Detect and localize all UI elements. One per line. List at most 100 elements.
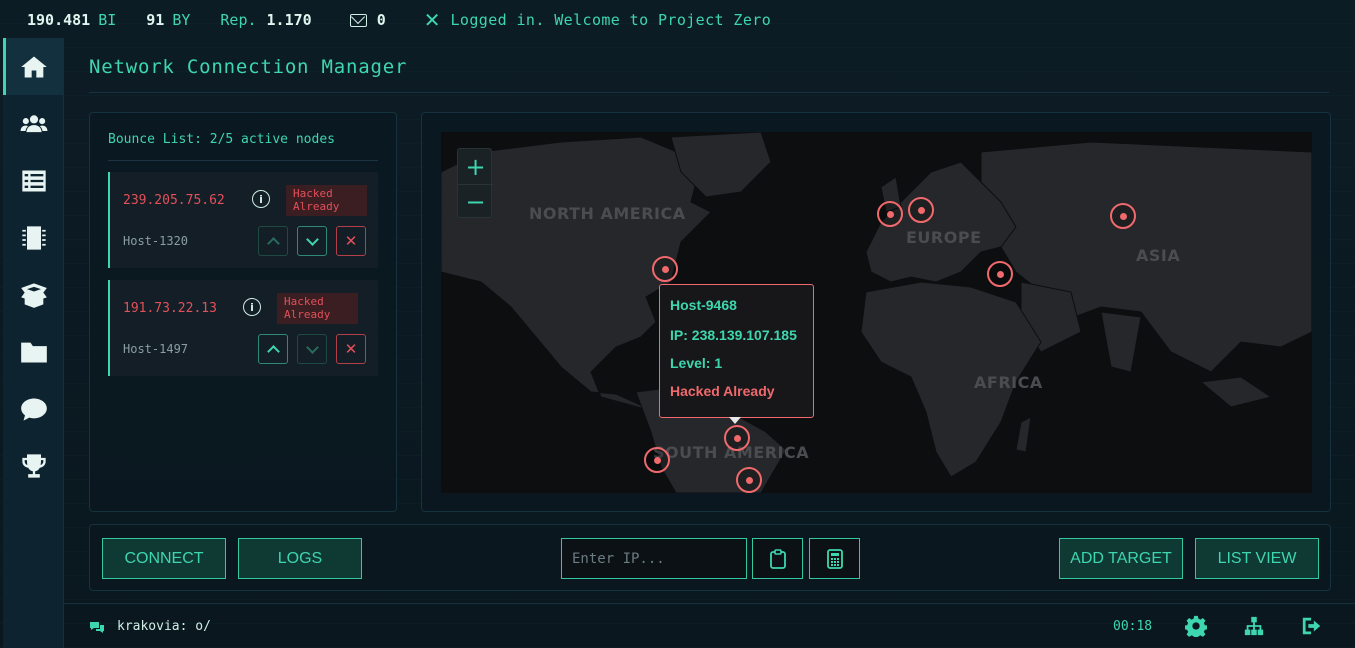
chevron-up-icon: [266, 236, 280, 250]
map-marker[interactable]: [652, 256, 678, 282]
status-badge: Hacked Already: [277, 293, 358, 324]
clock: 00:18: [1113, 619, 1153, 634]
ip-input[interactable]: [561, 538, 747, 579]
zoom-in-button[interactable]: +: [458, 149, 493, 184]
network-button[interactable]: [1243, 615, 1265, 637]
status-badge: Hacked Already: [286, 185, 367, 216]
folder-icon: [20, 342, 47, 362]
action-bar: CONNECT LOGS ADD TARGET LIST VIEW: [89, 524, 1331, 591]
calculator-icon: [826, 548, 843, 569]
status-bar: 190.481 BI 91 BY Rep. 1.170 0 ✕ Logged i…: [0, 0, 1355, 40]
tooltip-host: Host-9468: [670, 297, 737, 313]
sidebar-item-achievements[interactable]: [3, 437, 64, 494]
notification: ✕ Logged in. Welcome to Project Zero: [424, 8, 771, 32]
mail-icon: [349, 13, 367, 27]
tooltip-status: Hacked Already: [670, 383, 775, 399]
tooltip-level: Level: 1: [670, 355, 723, 371]
chevron-up-icon: [266, 344, 280, 358]
sidebar-item-files[interactable]: [3, 323, 64, 380]
users-icon: [20, 114, 47, 132]
bounce-list-panel: Bounce List: 2/5 active nodes 239.205.75…: [89, 112, 397, 512]
logout-icon: [1302, 617, 1321, 635]
box-icon: [20, 282, 47, 308]
sidebar-item-home[interactable]: [3, 38, 64, 95]
map-marker-selected[interactable]: [724, 425, 750, 451]
add-target-button[interactable]: ADD TARGET: [1059, 538, 1183, 579]
region-label-europe: EUROPE: [906, 228, 982, 247]
chat-preview[interactable]: krakovia: o/: [117, 619, 211, 634]
sidebar-item-inventory[interactable]: [3, 266, 64, 323]
info-icon[interactable]: i: [252, 190, 270, 208]
close-icon: ✕: [344, 340, 358, 358]
map-marker[interactable]: [1110, 203, 1136, 229]
logout-button[interactable]: [1301, 615, 1323, 637]
by-value: 91: [146, 11, 165, 29]
node-host: Host-1320: [123, 234, 189, 248]
sidebar-item-users[interactable]: [3, 95, 64, 152]
tooltip-ip: IP: 238.139.107.185: [670, 327, 797, 343]
sidebar: [3, 38, 64, 648]
sidebar-item-list[interactable]: [3, 152, 64, 209]
map-marker[interactable]: [908, 197, 934, 223]
info-icon[interactable]: i: [243, 298, 261, 316]
network-icon: [1244, 616, 1264, 636]
region-label-asia: ASIA: [1136, 246, 1181, 265]
map-marker[interactable]: [987, 261, 1013, 287]
chevron-down-icon: [305, 232, 319, 246]
bounce-divider: [108, 160, 378, 161]
remove-node-button[interactable]: ✕: [336, 334, 366, 364]
bounce-node: 239.205.75.62 i Hacked Already Host-1320…: [108, 172, 378, 268]
bounce-node: 191.73.22.13 i Hacked Already Host-1497 …: [108, 280, 378, 376]
title-divider: [89, 92, 1329, 93]
logs-button[interactable]: LOGS: [238, 538, 362, 579]
move-down-button[interactable]: [297, 334, 327, 364]
by-unit: BY: [172, 11, 191, 29]
zoom-out-button[interactable]: −: [458, 184, 493, 219]
move-up-button[interactable]: [258, 334, 288, 364]
chat-bubbles-icon: [90, 622, 104, 633]
calculator-button[interactable]: [809, 538, 860, 579]
map-marker[interactable]: [736, 467, 762, 493]
clipboard-icon: [769, 548, 786, 569]
bi-value: 190.481: [27, 11, 91, 29]
region-label-africa: AFRICA: [974, 373, 1043, 392]
dismiss-icon[interactable]: ✕: [424, 8, 441, 32]
mail-count: 0: [376, 11, 386, 29]
bi-stat: 190.481 BI: [27, 11, 116, 29]
move-down-button[interactable]: [297, 226, 327, 256]
node-host: Host-1497: [123, 342, 189, 356]
zoom-controls: + −: [457, 148, 493, 219]
settings-button[interactable]: [1184, 615, 1208, 640]
continents-shape: [441, 132, 1312, 493]
mail-stat[interactable]: 0: [349, 11, 394, 29]
host-tooltip: Host-9468 IP: 238.139.107.185 Level: 1 H…: [659, 284, 814, 424]
bi-unit: BI: [98, 11, 117, 29]
node-ip: 191.73.22.13: [123, 301, 217, 316]
bounce-list-title: Bounce List: 2/5 active nodes: [108, 132, 335, 147]
move-up-button[interactable]: [258, 226, 288, 256]
chat-icon: [20, 398, 47, 421]
map-marker[interactable]: [644, 447, 670, 473]
sidebar-item-chat[interactable]: [3, 380, 64, 437]
rep-label: Rep.: [220, 11, 257, 29]
paste-button[interactable]: [752, 538, 803, 579]
chevron-down-icon: [305, 340, 319, 354]
sidebar-item-hardware[interactable]: [3, 209, 64, 266]
node-ip: 239.205.75.62: [123, 193, 225, 208]
list-icon: [21, 170, 46, 191]
list-view-button[interactable]: LIST VIEW: [1195, 538, 1319, 579]
world-map[interactable]: NORTH AMERICA EUROPE ASIA AFRICA SOUTH A…: [441, 132, 1312, 493]
page-title: Network Connection Manager: [89, 56, 408, 78]
rep-value: 1.170: [266, 11, 312, 29]
close-icon: ✕: [344, 232, 358, 250]
by-stat: 91 BY: [146, 11, 190, 29]
trophy-icon: [21, 453, 46, 478]
region-label-north-america: NORTH AMERICA: [529, 204, 686, 223]
connect-button[interactable]: CONNECT: [102, 538, 226, 579]
remove-node-button[interactable]: ✕: [336, 226, 366, 256]
gear-icon: [1184, 615, 1208, 640]
map-panel: NORTH AMERICA EUROPE ASIA AFRICA SOUTH A…: [421, 112, 1331, 512]
reputation-stat: Rep. 1.170: [220, 11, 319, 29]
notification-message: Logged in. Welcome to Project Zero: [450, 11, 772, 29]
map-marker[interactable]: [877, 201, 903, 227]
